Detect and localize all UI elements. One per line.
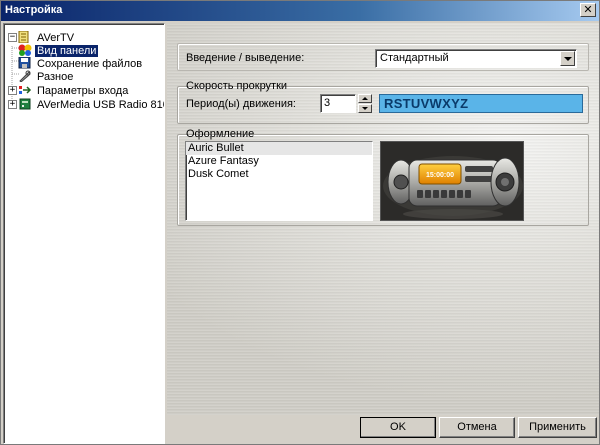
period-label: Период(ы) движения: xyxy=(186,98,296,110)
tree-expand-usb-radio[interactable]: + xyxy=(8,100,17,109)
tree-item-label: Вид панели xyxy=(35,45,99,57)
tree-expand-input-params[interactable]: + xyxy=(8,86,17,95)
skin-player-illustration: 15:00:00 xyxy=(381,142,523,220)
list-item[interactable]: Dusk Comet xyxy=(186,168,372,181)
ok-button[interactable]: OK xyxy=(360,417,436,438)
list-item[interactable]: Azure Fantasy xyxy=(186,155,372,168)
scroll-speed-title: Скорость прокрутки xyxy=(186,80,288,92)
period-input[interactable]: 3 xyxy=(320,94,356,113)
tree-item-file-saving[interactable]: Сохранение файлов xyxy=(18,56,144,70)
tree-item-usb-radio[interactable]: AVerMedia USB Radio 810 xyxy=(18,98,165,111)
fade-combo-value: Стандартный xyxy=(380,52,449,64)
close-icon: ✕ xyxy=(583,3,593,16)
device-icon xyxy=(18,98,32,110)
spin-up-button[interactable] xyxy=(358,94,372,103)
chevron-down-icon[interactable] xyxy=(560,51,575,66)
settings-dialog: Настройка ✕ − AVerTV Вид панели Сохранен… xyxy=(0,0,600,445)
appearance-title: Оформление xyxy=(186,128,255,140)
content-pane: Введение / выведение: Стандартный Скорос… xyxy=(167,23,599,415)
settings-tree[interactable]: − AVerTV Вид панели Сохранение файлов Ра… xyxy=(3,23,165,444)
floppy-disk-icon xyxy=(18,56,32,69)
spin-down-button[interactable] xyxy=(358,104,372,113)
tree-item-panel-view[interactable]: Вид панели xyxy=(18,44,99,57)
scroll-preview: RSTUVWXYZ xyxy=(379,94,583,113)
tree-item-label: Сохранение файлов xyxy=(37,58,143,70)
tree-item-label: AVerTV xyxy=(37,32,75,44)
tree-item-label: Разное xyxy=(37,71,74,83)
tree-item-misc[interactable]: Разное xyxy=(18,70,75,83)
tree-item-label: Параметры входа xyxy=(37,85,129,97)
title-bar: Настройка ✕ xyxy=(1,1,599,21)
tree-item-input-params[interactable]: Параметры входа xyxy=(18,84,130,97)
close-button[interactable]: ✕ xyxy=(580,3,596,17)
window-title: Настройка xyxy=(5,4,63,16)
skin-preview-image: 15:00:00 xyxy=(380,141,524,221)
skin-display-time: 15:00:00 xyxy=(426,172,454,179)
tree-collapse-avertv[interactable]: − xyxy=(8,33,17,42)
cancel-button[interactable]: Отмена xyxy=(439,417,515,438)
list-item[interactable]: Auric Bullet xyxy=(186,142,372,155)
skin-list[interactable]: Auric Bullet Azure Fantasy Dusk Comet xyxy=(185,141,373,221)
tree-item-label: AVerMedia USB Radio 810 xyxy=(37,99,165,111)
apply-button[interactable]: Применить xyxy=(518,417,597,438)
tree-item-avertv[interactable]: AVerTV xyxy=(18,30,76,44)
app-icon xyxy=(18,30,32,44)
fade-combo[interactable]: Стандартный xyxy=(375,49,577,68)
panel-view-icon xyxy=(18,44,32,56)
input-icon xyxy=(18,84,32,96)
fade-label: Введение / выведение: xyxy=(186,52,305,64)
wrench-icon xyxy=(18,70,32,83)
